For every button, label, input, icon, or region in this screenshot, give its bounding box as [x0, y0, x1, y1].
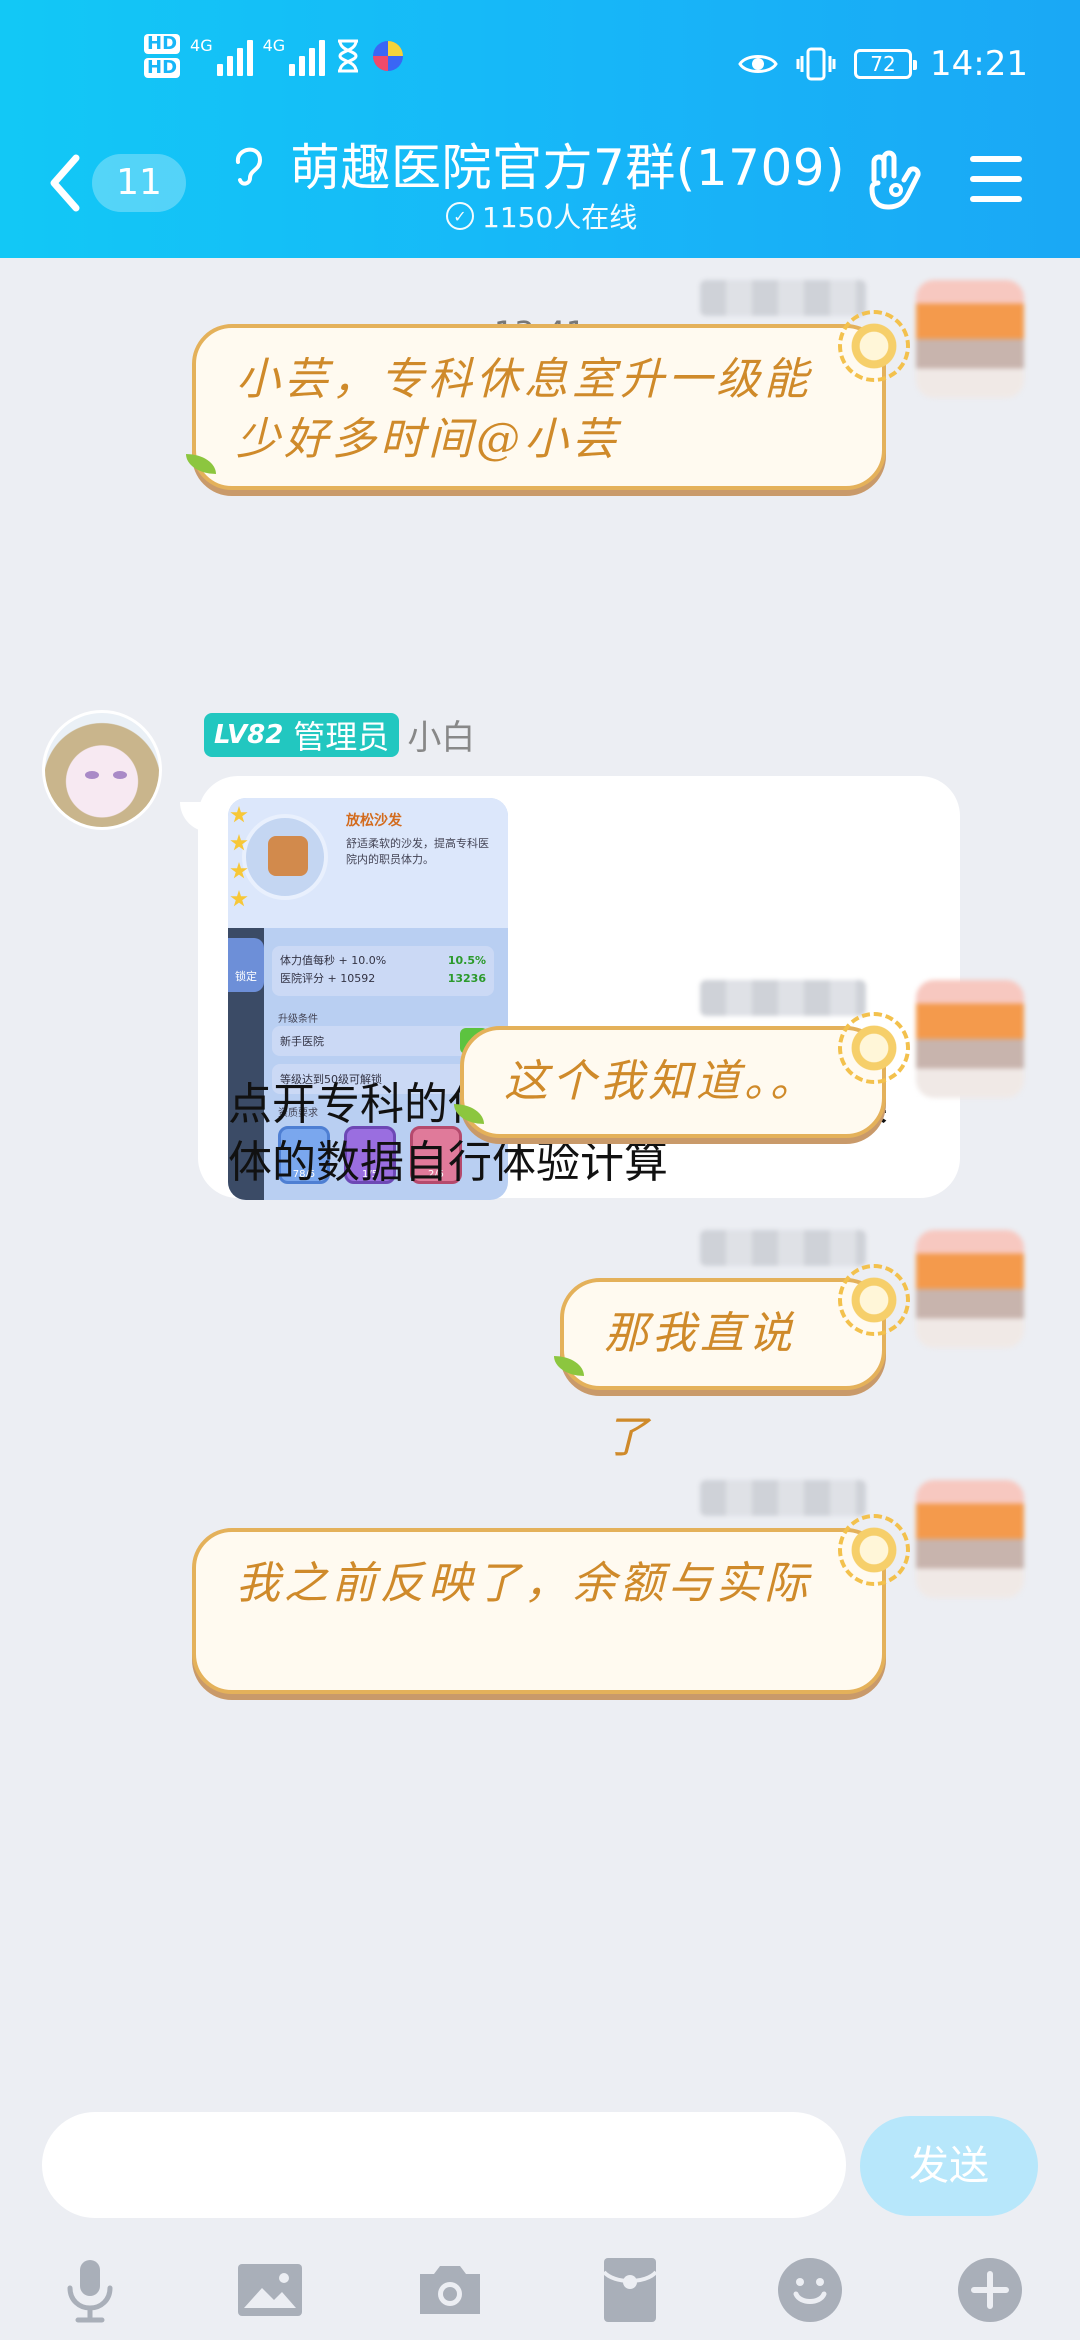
hourglass-icon	[338, 39, 359, 73]
sender-name-blurred	[700, 1230, 866, 1266]
sender-name-blurred	[700, 980, 866, 1016]
online-count: ✓ 1150人在线	[446, 196, 637, 236]
message-bubble[interactable]: 小芸，专科休息室升一级能 少好多时间@小芸	[186, 310, 910, 490]
sun-decoration-icon	[838, 1264, 910, 1336]
app-icon	[373, 41, 404, 71]
message-text-line: 少好多时间@小芸	[236, 414, 620, 465]
status-bar: HD HD 4G 4G 72 14:21	[0, 0, 1080, 140]
message-bubble[interactable]: 我之前反映了，余额与实际	[192, 1514, 910, 1694]
status-time: 14:21	[930, 44, 1028, 84]
avatar[interactable]	[916, 1480, 1024, 1598]
sun-decoration-icon	[838, 1514, 910, 1586]
battery-icon: 72	[854, 49, 918, 79]
emoji-icon[interactable]	[774, 2254, 846, 2326]
signal-icon-2: 4G	[263, 36, 326, 76]
send-button[interactable]: 发送	[860, 2116, 1038, 2216]
message-text: 那我直说了	[604, 1308, 796, 1463]
avatar[interactable]	[916, 1230, 1024, 1348]
message-text: 我之前反映了，余额与实际	[236, 1558, 812, 1609]
image-icon[interactable]	[234, 2254, 306, 2326]
microphone-icon[interactable]	[54, 2254, 126, 2326]
avatar[interactable]	[916, 980, 1024, 1098]
sender-info: LV82 管理员 小白	[204, 710, 475, 759]
sender-name-blurred	[700, 280, 866, 316]
lock-icon: 锁定	[228, 938, 264, 992]
sender-name-blurred	[700, 1480, 866, 1516]
online-count-label: 1150人在线	[482, 201, 638, 234]
avatar[interactable]	[916, 280, 1024, 398]
avatar[interactable]	[42, 710, 162, 830]
sender-name[interactable]: 小白	[407, 710, 475, 759]
red-packet-icon[interactable]	[594, 2254, 666, 2326]
camera-icon[interactable]	[414, 2254, 486, 2326]
hand-gesture-icon[interactable]	[860, 150, 922, 212]
menu-icon[interactable]	[970, 156, 1022, 204]
message-bubble[interactable]: 那我直说了	[554, 1264, 910, 1463]
group-title[interactable]: 萌趣医院官方7群(1709)	[290, 128, 845, 200]
eye-icon	[738, 55, 778, 73]
hd-badge-1: HD	[144, 34, 181, 54]
sun-decoration-icon	[838, 1012, 910, 1084]
ear-icon	[236, 147, 263, 186]
message-input[interactable]	[42, 2112, 846, 2218]
vibrate-icon	[796, 47, 836, 81]
unread-count-badge[interactable]: 11	[92, 154, 186, 212]
message-bubble[interactable]: 这个我知道。。	[454, 1012, 910, 1138]
chat-header: HD HD 4G 4G 72 14:21 11 萌趣医院官方7群(1709) ✓…	[0, 0, 1080, 258]
back-chevron-icon[interactable]	[46, 150, 86, 216]
plus-icon[interactable]	[954, 2254, 1026, 2326]
check-circle-icon: ✓	[446, 202, 474, 230]
level-badge: LV82 管理员	[204, 712, 400, 757]
sofa-icon	[242, 814, 328, 900]
message-list[interactable]: 13:41 小芸，专科休息室升一级能 少好多时间@小芸 LV82 管理员 小白 …	[0, 258, 1080, 2088]
signal-icon-1: 4G	[190, 36, 253, 76]
input-toolbar	[0, 2240, 1080, 2340]
message-text-line: 小芸，专科休息室升一级能	[236, 354, 812, 405]
message-text: 这个我知道。。	[504, 1056, 818, 1107]
input-area: 发送	[0, 2088, 1080, 2340]
sun-decoration-icon	[838, 310, 910, 382]
hd-badge-2: HD	[144, 58, 181, 78]
